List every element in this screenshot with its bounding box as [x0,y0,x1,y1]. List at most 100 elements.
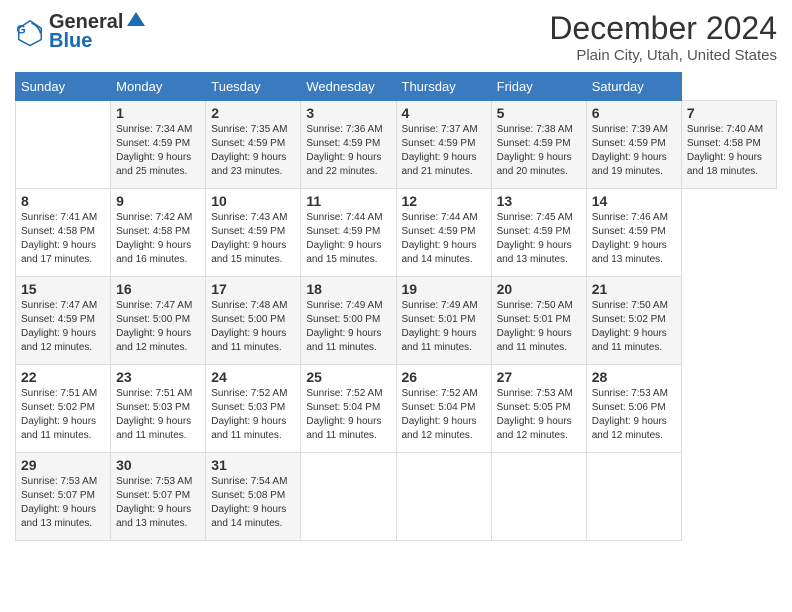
col-wednesday: Wednesday [301,73,396,101]
calendar-body: 1 Sunrise: 7:34 AM Sunset: 4:59 PM Daylig… [16,101,777,541]
day-number: 7 [687,105,771,121]
table-row: 19 Sunrise: 7:49 AM Sunset: 5:01 PM Dayli… [396,277,491,365]
table-row: 2Sunrise: 7:35 AM Sunset: 4:59 PM Daylig… [206,101,301,189]
day-info: Sunrise: 7:46 AM Sunset: 4:59 PM Dayligh… [592,211,676,267]
day-info: Sunrise: 7:39 AM Sunset: 4:59 PM Dayligh… [592,123,676,179]
calendar-week-2: 8 Sunrise: 7:41 AM Sunset: 4:58 PM Daylig… [16,189,777,277]
table-row: 22 Sunrise: 7:51 AM Sunset: 5:02 PM Dayli… [16,365,111,453]
day-number: 21 [592,281,676,297]
table-row: 7 Sunrise: 7:40 AM Sunset: 4:58 PM Daylig… [681,101,776,189]
day-number: 27 [497,369,581,385]
col-thursday: Thursday [396,73,491,101]
col-monday: Monday [111,73,206,101]
calendar-week-1: 1 Sunrise: 7:34 AM Sunset: 4:59 PM Daylig… [16,101,777,189]
day-number: 12 [402,193,486,209]
table-row: 3Sunrise: 7:36 AM Sunset: 4:59 PM Daylig… [301,101,396,189]
day-number: 13 [497,193,581,209]
table-row: 26Sunrise: 7:52 AM Sunset: 5:04 PM Dayli… [396,365,491,453]
day-number: 4 [402,105,486,121]
table-row: 29 Sunrise: 7:53 AM Sunset: 5:07 PM Dayli… [16,453,111,541]
table-row: 15 Sunrise: 7:47 AM Sunset: 4:59 PM Dayli… [16,277,111,365]
table-row: 28 Sunrise: 7:53 AM Sunset: 5:06 PM Dayli… [586,365,681,453]
day-info: Sunrise: 7:53 AM Sunset: 5:06 PM Dayligh… [592,387,676,443]
location: Plain City, Utah, United States [549,47,777,64]
day-info: Sunrise: 7:53 AM Sunset: 5:07 PM Dayligh… [21,475,105,531]
col-saturday: Saturday [586,73,681,101]
day-info: Sunrise: 7:40 AM Sunset: 4:58 PM Dayligh… [687,123,771,179]
day-number: 22 [21,369,105,385]
day-number: 18 [306,281,390,297]
day-number: 30 [116,457,200,473]
day-number: 17 [211,281,295,297]
day-info: Sunrise: 7:36 AM Sunset: 4:59 PM Dayligh… [306,123,390,179]
day-number: 8 [21,193,105,209]
day-number: 14 [592,193,676,209]
day-info: Sunrise: 7:44 AM Sunset: 4:59 PM Dayligh… [306,211,390,267]
day-info: Sunrise: 7:51 AM Sunset: 5:02 PM Dayligh… [21,387,105,443]
day-info: Sunrise: 7:52 AM Sunset: 5:04 PM Dayligh… [402,387,486,443]
day-info: Sunrise: 7:52 AM Sunset: 5:03 PM Dayligh… [211,387,295,443]
table-row: 9 Sunrise: 7:42 AM Sunset: 4:58 PM Daylig… [111,189,206,277]
day-info: Sunrise: 7:50 AM Sunset: 5:01 PM Dayligh… [497,299,581,355]
title-section: December 2024 Plain City, Utah, United S… [549,10,777,64]
table-row: 20 Sunrise: 7:50 AM Sunset: 5:01 PM Dayli… [491,277,586,365]
empty-cell [16,101,111,189]
table-row: 12 Sunrise: 7:44 AM Sunset: 4:59 PM Dayli… [396,189,491,277]
month-title: December 2024 [549,10,777,47]
day-info: Sunrise: 7:54 AM Sunset: 5:08 PM Dayligh… [211,475,295,531]
day-number: 9 [116,193,200,209]
col-tuesday: Tuesday [206,73,301,101]
table-row [586,453,681,541]
calendar-week-4: 22 Sunrise: 7:51 AM Sunset: 5:02 PM Dayli… [16,365,777,453]
day-number: 28 [592,369,676,385]
day-info: Sunrise: 7:52 AM Sunset: 5:04 PM Dayligh… [306,387,390,443]
calendar-week-3: 15 Sunrise: 7:47 AM Sunset: 4:59 PM Dayli… [16,277,777,365]
day-info: Sunrise: 7:49 AM Sunset: 5:00 PM Dayligh… [306,299,390,355]
day-info: Sunrise: 7:37 AM Sunset: 4:59 PM Dayligh… [402,123,486,179]
table-row: 10 Sunrise: 7:43 AM Sunset: 4:59 PM Dayli… [206,189,301,277]
day-info: Sunrise: 7:45 AM Sunset: 4:59 PM Dayligh… [497,211,581,267]
day-info: Sunrise: 7:41 AM Sunset: 4:58 PM Dayligh… [21,211,105,267]
table-row [301,453,396,541]
table-row: 27Sunrise: 7:53 AM Sunset: 5:05 PM Dayli… [491,365,586,453]
table-row: 25 Sunrise: 7:52 AM Sunset: 5:04 PM Dayli… [301,365,396,453]
day-number: 10 [211,193,295,209]
day-info: Sunrise: 7:51 AM Sunset: 5:03 PM Dayligh… [116,387,200,443]
day-number: 25 [306,369,390,385]
table-row: 30 Sunrise: 7:53 AM Sunset: 5:07 PM Dayli… [111,453,206,541]
day-number: 19 [402,281,486,297]
day-info: Sunrise: 7:53 AM Sunset: 5:07 PM Dayligh… [116,475,200,531]
day-info: Sunrise: 7:34 AM Sunset: 4:59 PM Dayligh… [116,123,200,179]
day-info: Sunrise: 7:50 AM Sunset: 5:02 PM Dayligh… [592,299,676,355]
day-number: 15 [21,281,105,297]
day-number: 16 [116,281,200,297]
calendar-week-5: 29 Sunrise: 7:53 AM Sunset: 5:07 PM Dayli… [16,453,777,541]
table-row: 11Sunrise: 7:44 AM Sunset: 4:59 PM Dayli… [301,189,396,277]
day-info: Sunrise: 7:43 AM Sunset: 4:59 PM Dayligh… [211,211,295,267]
day-info: Sunrise: 7:49 AM Sunset: 5:01 PM Dayligh… [402,299,486,355]
table-row: 31 Sunrise: 7:54 AM Sunset: 5:08 PM Dayli… [206,453,301,541]
day-number: 6 [592,105,676,121]
day-info: Sunrise: 7:42 AM Sunset: 4:58 PM Dayligh… [116,211,200,267]
day-info: Sunrise: 7:44 AM Sunset: 4:59 PM Dayligh… [402,211,486,267]
day-info: Sunrise: 7:35 AM Sunset: 4:59 PM Dayligh… [211,123,295,179]
day-number: 1 [116,105,200,121]
table-row: 8 Sunrise: 7:41 AM Sunset: 4:58 PM Daylig… [16,189,111,277]
day-number: 20 [497,281,581,297]
day-number: 23 [116,369,200,385]
logo-text-block: General Blue [49,10,150,53]
table-row: 17 Sunrise: 7:48 AM Sunset: 5:00 PM Dayli… [206,277,301,365]
col-friday: Friday [491,73,586,101]
table-row [396,453,491,541]
table-row: 23 Sunrise: 7:51 AM Sunset: 5:03 PM Dayli… [111,365,206,453]
day-number: 29 [21,457,105,473]
header: G General Blue December 2024 Plain City,… [15,10,777,64]
day-number: 31 [211,457,295,473]
day-info: Sunrise: 7:47 AM Sunset: 4:59 PM Dayligh… [21,299,105,355]
table-row: 24Sunrise: 7:52 AM Sunset: 5:03 PM Dayli… [206,365,301,453]
table-row: 4 Sunrise: 7:37 AM Sunset: 4:59 PM Daylig… [396,101,491,189]
day-info: Sunrise: 7:48 AM Sunset: 5:00 PM Dayligh… [211,299,295,355]
col-sunday: Sunday [16,73,111,101]
table-row: 13 Sunrise: 7:45 AM Sunset: 4:59 PM Dayli… [491,189,586,277]
page-container: G General Blue December 2024 Plain City,… [0,0,792,551]
